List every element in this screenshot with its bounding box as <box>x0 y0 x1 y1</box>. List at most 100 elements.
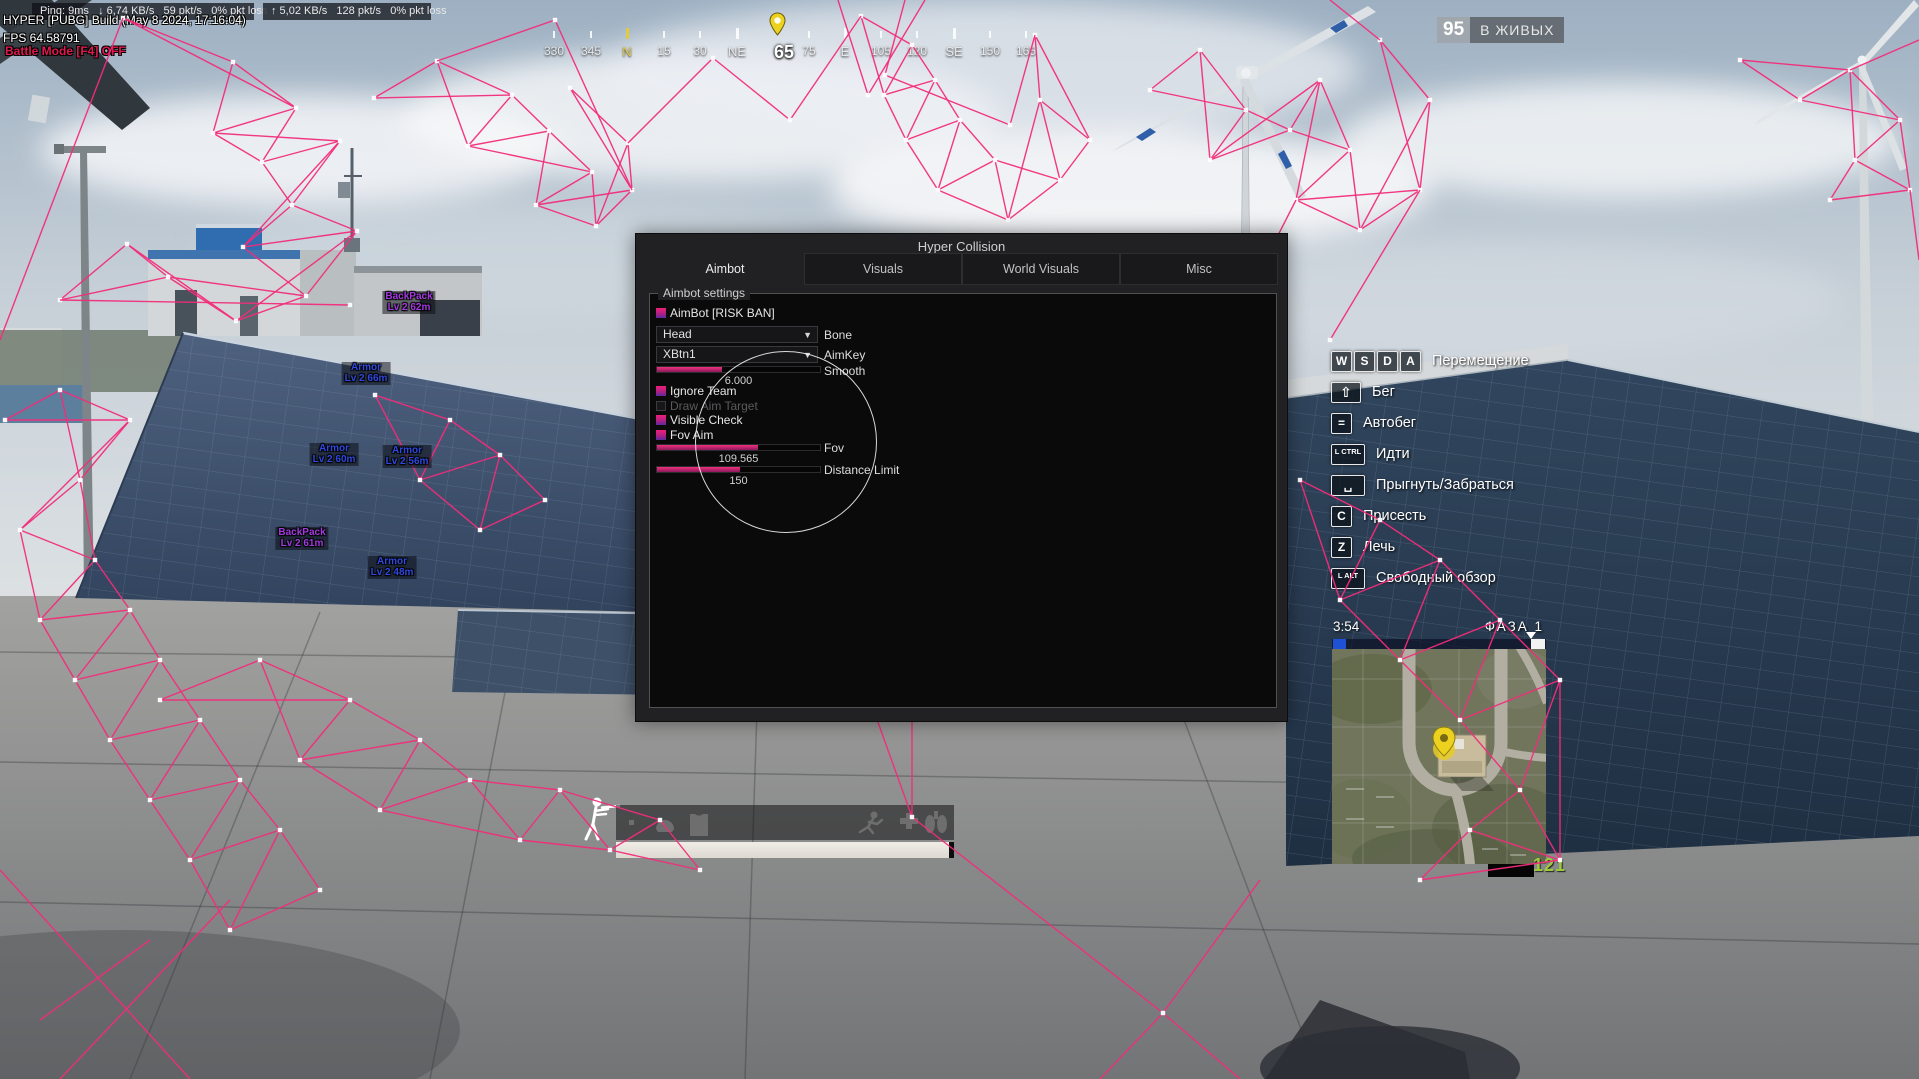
tab-aimbot[interactable]: Aimbot <box>646 253 804 285</box>
keybind-label: Присесть <box>1363 508 1426 524</box>
compass-heading: 65 <box>774 42 794 63</box>
compass-tick <box>880 31 882 38</box>
compass-tick-label: 15 <box>657 44 670 58</box>
tab-world-visuals[interactable]: World Visuals <box>962 253 1120 285</box>
boost-icon <box>925 811 947 833</box>
waypoint-pin-icon <box>769 12 786 36</box>
key-cap: A <box>1400 351 1421 372</box>
key-cap: L CTRL <box>1331 444 1365 465</box>
phase-timer: 3:54 <box>1333 619 1359 634</box>
key-cap: ␣ <box>1331 475 1365 496</box>
phase-progress-bar <box>1332 639 1546 649</box>
compass-tick-label: E <box>841 44 850 59</box>
bone-label: Bone <box>824 328 852 342</box>
keybind-label: Бег <box>1372 384 1395 400</box>
health-bar-fill <box>616 842 949 858</box>
visible-check-checkbox[interactable] <box>656 415 666 425</box>
aimbot-master-checkbox[interactable] <box>656 308 666 318</box>
bone-dropdown[interactable]: Head ▼ <box>656 326 818 343</box>
player-marker-icon <box>1433 727 1455 760</box>
compass-tick-label: 105 <box>871 44 891 58</box>
compass-tick-label: SE <box>945 44 962 59</box>
ammo-count: 121 <box>1533 855 1566 876</box>
key-cap: W <box>1331 351 1352 372</box>
phase-progress-end <box>1531 639 1545 649</box>
helmet-icon <box>656 820 674 832</box>
keybind-label: Свободный обзор <box>1376 570 1496 586</box>
key-cap: Z <box>1331 537 1352 558</box>
quickslot-icons <box>616 805 954 840</box>
ignore-team-checkbox[interactable] <box>656 386 666 396</box>
vest-icon <box>690 814 708 836</box>
chevron-down-icon[interactable]: ▼ <box>803 328 812 343</box>
draw-aim-target-checkbox[interactable] <box>656 401 666 411</box>
compass-tick-label: 165 <box>1016 44 1036 58</box>
player-stance-icon <box>578 794 620 844</box>
compass-tick <box>808 31 810 38</box>
compass-tick-label: 120 <box>907 44 927 58</box>
fov-circle <box>695 351 877 533</box>
key-cap: = <box>1331 413 1352 434</box>
key-cap: C <box>1331 506 1352 527</box>
keybind-label: Автобег <box>1363 415 1416 431</box>
tab-misc[interactable]: Misc <box>1120 253 1278 285</box>
aimkey-dropdown-value: XBtn1 <box>663 347 696 361</box>
menu-title: Hyper Collision <box>636 239 1287 254</box>
alive-counter: 95 В ЖИВЫХ <box>1437 17 1564 43</box>
fov-aim-checkbox[interactable] <box>656 430 666 440</box>
compass-tick-label: 330 <box>544 44 564 58</box>
compass-tick <box>590 31 592 38</box>
compass-tick <box>699 31 701 38</box>
keybind-row: ⇧ Бег <box>1331 381 1529 403</box>
compass-tick-label: NE <box>728 44 746 59</box>
medkit-icon <box>900 813 918 829</box>
minimap-panel: 3:54 ФАЗА 1 <box>1332 617 1546 864</box>
compass-tick <box>736 28 739 39</box>
keybind-label: Идти <box>1376 446 1410 462</box>
runner-icon <box>860 812 882 834</box>
key-cap: S <box>1354 351 1375 372</box>
keybind-row: = Автобег <box>1331 412 1529 434</box>
group-label: Aimbot settings <box>658 286 750 300</box>
phase-marker-icon <box>1526 632 1536 639</box>
key-cap: L ALT <box>1331 568 1365 589</box>
compass-tick-label: N <box>622 44 631 59</box>
compass-tick <box>953 28 956 39</box>
keybind-row: L CTRL Идти <box>1331 443 1529 465</box>
compass-tick <box>553 31 555 38</box>
keybind-label: Лечь <box>1363 539 1395 555</box>
alive-label: В ЖИВЫХ <box>1470 17 1564 43</box>
aimbot-master-label: AimBot [RISK BAN] <box>670 306 775 320</box>
key-cap: D <box>1377 351 1398 372</box>
keybind-label: Прыгнуть/Забраться <box>1376 477 1514 493</box>
keybind-label: Перемещение <box>1432 353 1529 369</box>
keybind-row: WSDA Перемещение <box>1331 350 1529 372</box>
compass-tick-label: 345 <box>581 44 601 58</box>
compass-tick-label: 75 <box>802 44 815 58</box>
keybind-row: C Присесть <box>1331 505 1529 527</box>
keybind-row: ␣ Прыгнуть/Забраться <box>1331 474 1529 496</box>
keybind-help: WSDA Перемещение ⇧ Бег = Автобег L CTRL Идти ␣ Пр… <box>1331 350 1529 598</box>
compass-tick <box>626 28 629 39</box>
aimkey-label: AimKey <box>824 348 865 362</box>
key-cap: ⇧ <box>1331 382 1361 403</box>
compass-tick <box>1025 31 1027 38</box>
compass-tick <box>663 31 665 38</box>
dot-icon <box>629 820 634 825</box>
health-bar <box>616 842 954 858</box>
compass-tick-label: 30 <box>693 44 706 58</box>
phase-progress-fill <box>1333 639 1346 649</box>
bone-dropdown-value: Head <box>663 327 692 341</box>
build-info-text: HYPER [PUBG] Build (May 8 2024, 17:16:04… <box>3 13 246 27</box>
compass-tick <box>844 28 847 39</box>
compass-tick <box>916 31 918 38</box>
compass-tick-label: 150 <box>980 44 1000 58</box>
alive-count: 95 <box>1437 17 1470 43</box>
compass-tick <box>989 31 991 38</box>
tab-visuals[interactable]: Visuals <box>804 253 962 285</box>
fps-counter: FPS 64.58791 <box>3 31 80 45</box>
battle-mode-status: Battle Mode [F4] OFF <box>5 44 126 58</box>
keybind-row: Z Лечь <box>1331 536 1529 558</box>
minimap[interactable] <box>1332 649 1546 864</box>
ammo-bar <box>1488 864 1534 877</box>
